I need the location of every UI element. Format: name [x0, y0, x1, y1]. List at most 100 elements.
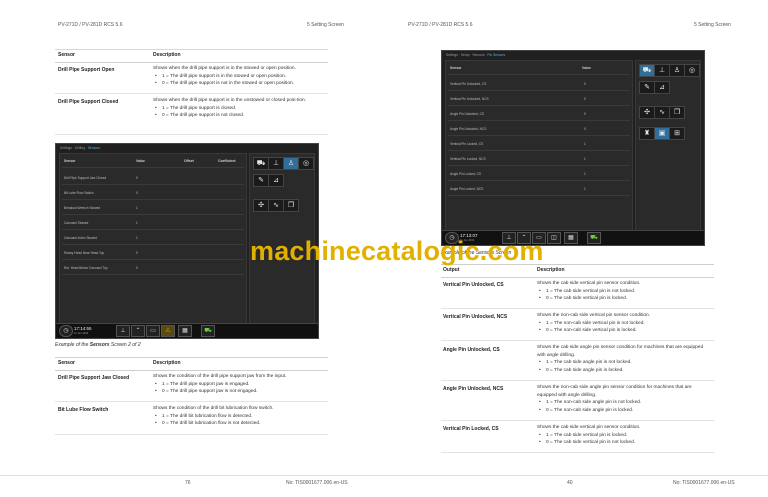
- wrench-icon[interactable]: ✎: [253, 174, 269, 187]
- left-screen-clock: 17:14:55: [74, 326, 92, 331]
- pages-icon[interactable]: ❐: [283, 199, 299, 212]
- right-screen-row5-name[interactable]: Vertical Pin Locked, CS: [450, 142, 483, 146]
- table3-row4-name: Angle Pin Unlocked, NCS: [443, 386, 504, 392]
- table1-row2-text: Shows when the drill pipe support is in …: [153, 98, 307, 103]
- left-screen-row3-value: 1: [136, 206, 138, 210]
- machine-icon[interactable]: ⛟: [587, 232, 601, 244]
- right-screen-row1-name[interactable]: Vertical Pin Unlocked, CS: [450, 82, 486, 86]
- grid-icon[interactable]: ▦: [178, 325, 192, 337]
- gauge-icon[interactable]: ◎: [298, 157, 314, 170]
- depth-icon[interactable]: ⊥: [116, 325, 130, 337]
- right-screen-row4-name[interactable]: Angle Pin Unlocked, NCS: [450, 127, 486, 131]
- view-icon[interactable]: ▭: [146, 325, 160, 337]
- camera-icon[interactable]: ◫: [547, 232, 561, 244]
- watermark-text: machinecatalogic.com: [250, 236, 544, 266]
- warning-icon[interactable]: ⚠: [161, 325, 175, 337]
- table3-row3-bullet2: 0 = The cab side angle pin is locked.: [537, 367, 712, 375]
- left-screen-row1-value: 0: [136, 176, 138, 180]
- left-screen-row1-name[interactable]: Drill Pipe Support Jaw Closed: [64, 176, 106, 180]
- right-screen-breadcrumb: Settings · Setup · Sensors · Pin Sensors: [446, 53, 506, 57]
- table2-row2-description: Shows the condition of the drill bit lub…: [153, 405, 325, 428]
- right-screen-row1-value: 0: [584, 82, 586, 86]
- right-screen-row7-name[interactable]: Angle Pin Locked, CS: [450, 172, 481, 176]
- table1-row1-description: Shows when the drill pipe support is in …: [153, 65, 325, 88]
- table2-row2-text: Shows the condition of the drill bit lub…: [153, 406, 274, 411]
- table3-row2-text: Shows the non-cab side vertical pin sens…: [537, 313, 651, 318]
- right-screen-row2-name[interactable]: Vertical Pin Unlocked, NCS: [450, 97, 489, 101]
- table1-row1-name: Drill Pipe Support Open: [58, 67, 115, 73]
- sensor-icon[interactable]: ✣: [253, 199, 269, 212]
- left-screen-row3-name[interactable]: Breakout Wrench Stowed: [64, 206, 100, 210]
- left-screen-caption: Example of the Sensors Screen 2 of 2: [55, 342, 141, 348]
- signal-icon[interactable]: ∿: [268, 199, 284, 212]
- table2-row1-name: Drill Pipe Support Jaw Closed: [58, 375, 130, 381]
- table2-col-sensor: Sensor: [58, 360, 75, 366]
- hoist-icon[interactable]: ⊥: [268, 157, 284, 170]
- network-icon[interactable]: ⊞: [669, 127, 685, 140]
- table2-row1-text: Shows the condition of the drill pipe su…: [153, 374, 287, 379]
- tool-icon[interactable]: ♙: [283, 157, 299, 170]
- table1-row2-description: Shows when the drill pipe support is in …: [153, 97, 325, 120]
- right-header-title: PV-271D / PV-281D RCS 5.6: [408, 22, 473, 28]
- table2-row2-name: Bit Lube Flow Switch: [58, 407, 109, 413]
- machine-icon[interactable]: ⛟: [201, 325, 215, 337]
- left-screen-row6-name[interactable]: Rotary Head Near Head Top: [64, 251, 104, 255]
- wrench-icon[interactable]: ✎: [639, 81, 655, 94]
- right-screen-icon-panel: ⛟ ⊥ ♙ ◎ ✎ ⊿ ✣ ∿ ❐ ♜ ▣ ⊞: [635, 60, 701, 232]
- table3-row2-description: Shows the non-cab side vertical pin sens…: [537, 312, 712, 335]
- left-screen-date: 11 Jun 2019: [74, 332, 89, 335]
- table2-row1-bullet1: 1 = The drill pipe support jaw is engage…: [153, 381, 325, 389]
- table3-row3-text: Shows the cab side angle pin sensor cond…: [537, 345, 704, 358]
- right-screen-col-sensor: Sensor: [450, 66, 462, 70]
- table3-row5-bullet2: 0 = The cab side vertical pin is not loc…: [537, 439, 712, 447]
- table3-row1-bullet1: 1 = The cab side vertical pin is not loc…: [537, 288, 712, 296]
- left-screen-row7-name[interactable]: Rot. Head Below Carousel Top: [64, 266, 108, 270]
- drill-rig-icon[interactable]: ⛟: [639, 64, 655, 77]
- left-screen-row4-name[interactable]: Carousel Stowed: [64, 221, 88, 225]
- right-screen-row6-name[interactable]: Vertical Pin Locked, NCS: [450, 157, 486, 161]
- left-screen-bottom-bar: ◷ 17:14:55 11 Jun 2019 ⊥ ⌃ ▭ ⚠ ▦ ⛟: [56, 323, 318, 338]
- signal-icon[interactable]: ∿: [654, 106, 670, 119]
- left-screen-col-value: Value: [136, 159, 145, 163]
- operator-icon[interactable]: ♜: [639, 127, 655, 140]
- display-icon[interactable]: ▣: [654, 127, 670, 140]
- table3-row5-text: Shows the cab side vertical pin sensor c…: [537, 425, 641, 430]
- right-screen-col-value: Value: [582, 66, 591, 70]
- table2-row1-bullet2: 0 = The drill pipe support jaw is not en…: [153, 388, 325, 396]
- right-page-number: 40: [567, 480, 573, 486]
- sensors-screen-right: Settings · Setup · Sensors · Pin Sensors…: [441, 50, 705, 246]
- angle-icon[interactable]: ⌃: [131, 325, 145, 337]
- table3-row4-text: Shows the non-cab side angle pin sensor …: [537, 385, 692, 398]
- table2-row2-bullet1: 1 = The drill bit lubrication flow is de…: [153, 413, 325, 421]
- left-screen-col-coefficient: Coefficient: [218, 159, 236, 163]
- drill-rig-icon[interactable]: ⛟: [253, 157, 269, 170]
- right-screen-row8-name[interactable]: Angle Pin Locked, NCS: [450, 187, 483, 191]
- sensor-icon[interactable]: ✣: [639, 106, 655, 119]
- right-screen-row3-name[interactable]: Angle Pin Unlocked, CS: [450, 112, 484, 116]
- table1-row2-bullet2: 0 = The drill pipe support is not closed…: [153, 112, 325, 120]
- left-screen-table-panel: Sensor Value Offset Coefficient Drill Pi…: [59, 153, 247, 325]
- table1-row2-name: Drill Pipe Support Closed: [58, 99, 119, 105]
- clock-icon[interactable]: ◷: [59, 325, 73, 337]
- chart-icon[interactable]: ⊿: [654, 81, 670, 94]
- tool-icon[interactable]: ♙: [669, 64, 685, 77]
- right-screen-row5-value: 1: [584, 142, 586, 146]
- chart-icon[interactable]: ⊿: [268, 174, 284, 187]
- right-screen-row7-value: 1: [584, 172, 586, 176]
- table3-row4-bullet2: 0 = The non-cab side angle pin is locked…: [537, 407, 712, 415]
- left-screen-row5-name[interactable]: Carousel Index Stowed: [64, 236, 97, 240]
- table1-row1-text: Shows when the drill pipe support is in …: [153, 66, 296, 71]
- right-header-section: 5 Setting Screen: [694, 22, 731, 28]
- pages-icon[interactable]: ❐: [669, 106, 685, 119]
- left-screen-row5-value: 1: [136, 236, 138, 240]
- table3-row5-bullet1: 1 = The cab side vertical pin is locked.: [537, 432, 712, 440]
- hoist-icon[interactable]: ⊥: [654, 64, 670, 77]
- table3-row4-bullet1: 1 = The non-cab side angle pin is not lo…: [537, 399, 712, 407]
- table3-row2-bullet1: 1 = The non-cab side vertical pin is not…: [537, 320, 712, 328]
- grid-icon[interactable]: ▦: [564, 232, 578, 244]
- left-screen-row2-name[interactable]: Bit Lube Flow Switch: [64, 191, 94, 195]
- table1-row2-bullet1: 1 = The drill pipe support is closed.: [153, 105, 325, 113]
- table3-col-output: Output: [443, 267, 460, 273]
- table3-row5-description: Shows the cab side vertical pin sensor c…: [537, 424, 712, 447]
- gauge-icon[interactable]: ◎: [684, 64, 700, 77]
